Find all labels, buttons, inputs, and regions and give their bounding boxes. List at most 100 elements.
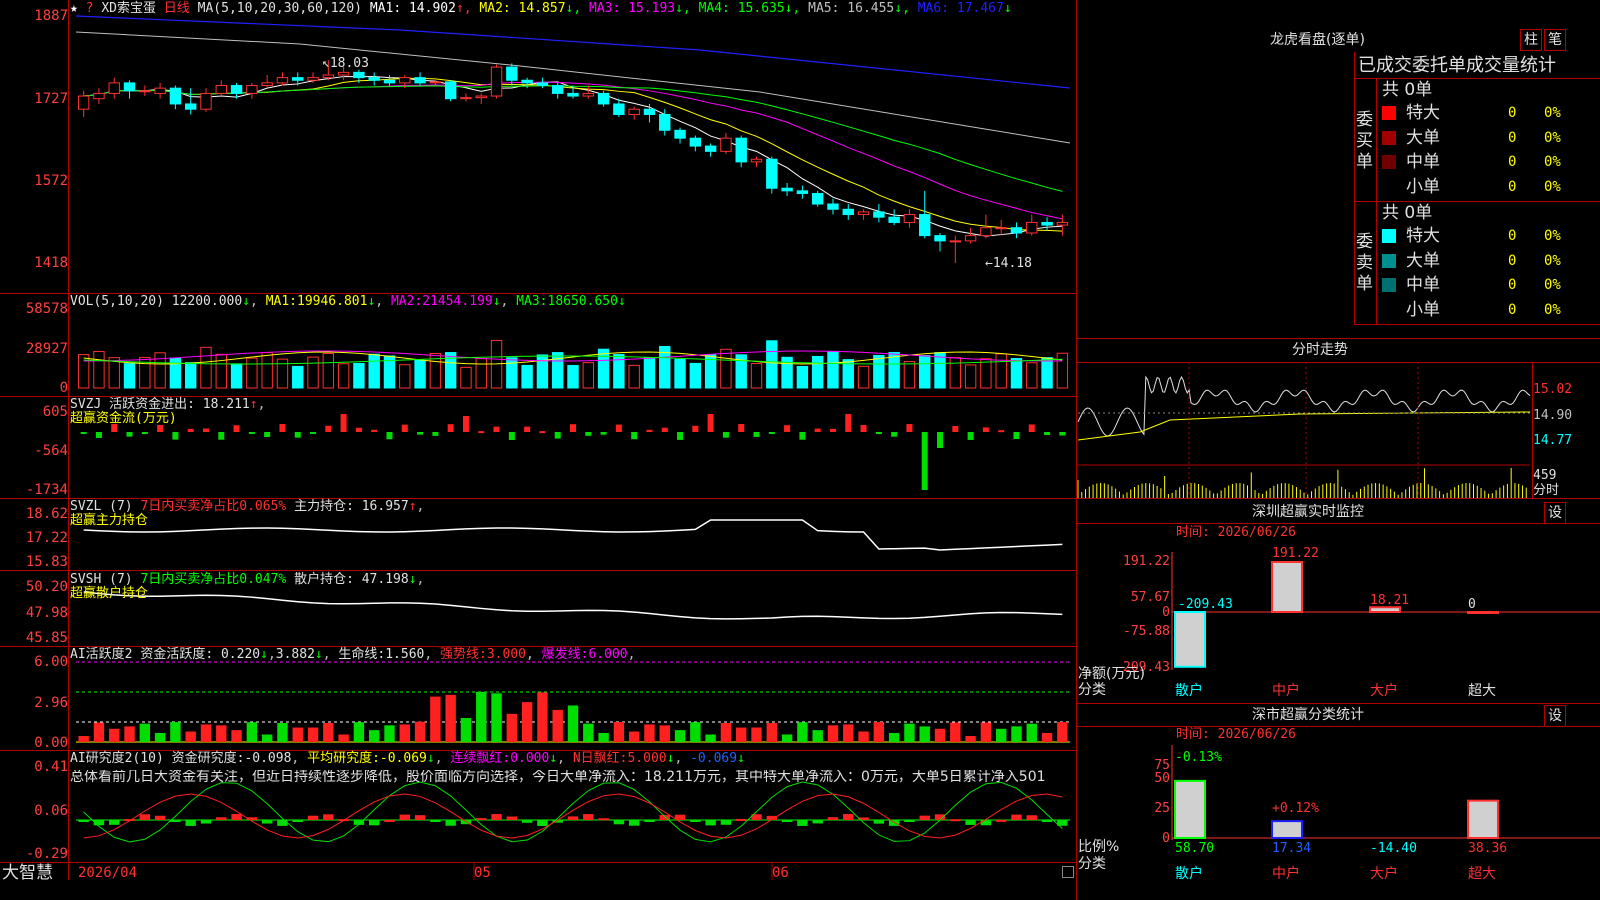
activity-bar — [200, 724, 212, 742]
activity-bar — [384, 725, 395, 742]
bar-mode-button[interactable]: 柱 — [1520, 29, 1542, 51]
activity-bar — [598, 732, 609, 742]
candle-body — [781, 187, 793, 192]
money-flow-bar — [784, 425, 791, 432]
ai2-y-label: 0.41 — [34, 759, 68, 775]
date-label: 06 — [772, 865, 789, 881]
divider — [1354, 324, 1600, 325]
order-pct: 0% — [1544, 277, 1561, 293]
class-time: 时间: 2026/06/26 — [1176, 727, 1296, 742]
ai1-y-label: 2.96 — [34, 695, 68, 711]
activity-bar — [674, 730, 686, 742]
candle-body — [521, 79, 533, 84]
candle-body — [903, 214, 916, 223]
money-flow-bar — [768, 432, 775, 434]
dropdown-arrow-icon[interactable]: ? — [86, 1, 94, 16]
class-y-label: 0 — [1162, 831, 1170, 846]
candle-body — [995, 227, 1007, 230]
money-flow-bar — [524, 426, 531, 432]
order-size-color — [1382, 106, 1396, 120]
activity-bar — [766, 723, 777, 742]
activity-bar — [154, 732, 166, 742]
class-cat-label: 分类 — [1078, 856, 1106, 872]
research-bar — [231, 814, 242, 820]
volume-bar — [796, 365, 809, 389]
vol-y-label: 58578 — [25, 301, 68, 317]
order-count: 0 — [1508, 105, 1517, 121]
order-size-name: 中单 — [1406, 275, 1440, 295]
volume-bar — [1026, 362, 1038, 389]
candle-body — [93, 92, 105, 100]
candle-body — [567, 92, 579, 97]
candle-body — [108, 82, 120, 94]
divider — [1354, 201, 1600, 202]
order-count: 0 — [1508, 228, 1517, 244]
money-flow-bar — [677, 432, 684, 440]
intraday-y-label: 15.02 — [1533, 382, 1573, 397]
sell-orders-label: 委卖单 — [1356, 232, 1373, 294]
class-pct-label: +0.12% — [1272, 801, 1319, 816]
research-bar — [109, 820, 120, 825]
money-flow-bar — [432, 432, 439, 436]
candle-body — [123, 82, 136, 92]
activity-bar — [613, 722, 625, 742]
brand-logo: 大智慧 — [2, 863, 53, 883]
monitor-settings-button[interactable]: 设 — [1544, 502, 1566, 524]
lock-icon[interactable] — [1062, 866, 1074, 878]
candle-body — [429, 81, 442, 84]
divider — [1354, 78, 1600, 79]
research-bar — [430, 820, 441, 822]
order-stats-title: 已成交委托单成交量统计 — [1358, 55, 1556, 76]
volume-bar — [934, 352, 946, 389]
research-bar — [919, 815, 930, 820]
order-count: 0 — [1508, 277, 1517, 293]
svsh-y-label: 45.85 — [25, 630, 68, 646]
volume-bar — [1010, 358, 1023, 389]
money-flow-bar — [493, 426, 500, 432]
candle-body — [1010, 227, 1023, 234]
research-bar — [950, 819, 961, 822]
monitor-cat-label: 散户 — [1175, 682, 1203, 699]
candle-body — [949, 240, 962, 243]
research-bar — [628, 820, 640, 826]
volume-bar — [475, 358, 487, 389]
research-bar — [537, 820, 548, 826]
research-bar — [567, 816, 579, 820]
star-icon[interactable]: ★ — [70, 1, 78, 16]
tick-mode-button[interactable]: 笔 — [1544, 29, 1566, 51]
class-settings-button[interactable]: 设 — [1544, 705, 1566, 727]
divider — [1076, 338, 1600, 339]
research-bar — [843, 814, 854, 820]
low-marker: ←14.18 — [985, 256, 1032, 271]
vol-y-label: 0 — [59, 380, 68, 396]
ma5-line — [83, 76, 1063, 237]
research-bar — [613, 820, 625, 825]
svzl-header: SVZL (7) 7日内买卖净占比0.065% 主力持仓: 16.957↑, — [70, 499, 425, 514]
order-size-name: 特大 — [1406, 103, 1440, 123]
candle-body — [1026, 221, 1038, 234]
research-bar — [384, 819, 395, 822]
order-size-color — [1382, 302, 1396, 317]
price-y-label: 1572 — [34, 173, 68, 189]
divider — [1076, 362, 1600, 363]
intraday-vol-label: 459 — [1533, 468, 1557, 483]
money-flow-bar — [707, 414, 714, 432]
divider — [1076, 523, 1600, 524]
money-flow-bar — [172, 432, 179, 440]
candle-body — [750, 158, 763, 163]
activity-bar — [491, 693, 502, 742]
volume-bar — [93, 350, 105, 389]
money-flow-bar — [692, 425, 699, 432]
candle-body — [261, 82, 273, 87]
research-bar — [216, 817, 227, 820]
research-bar — [705, 820, 716, 826]
money-flow-bar — [248, 432, 255, 434]
candle-body — [720, 137, 732, 152]
activity-bar — [521, 702, 533, 742]
activity-bar — [353, 722, 365, 742]
candle-body — [490, 66, 503, 97]
candle-body — [674, 129, 686, 139]
ai1-y-label: 0.00 — [34, 735, 68, 751]
ai2-header: AI研究度2(10) 资金研究度:-0.098, 平均研究度:-0.069↓, … — [70, 751, 745, 766]
period-label[interactable]: 日线 — [164, 1, 190, 16]
